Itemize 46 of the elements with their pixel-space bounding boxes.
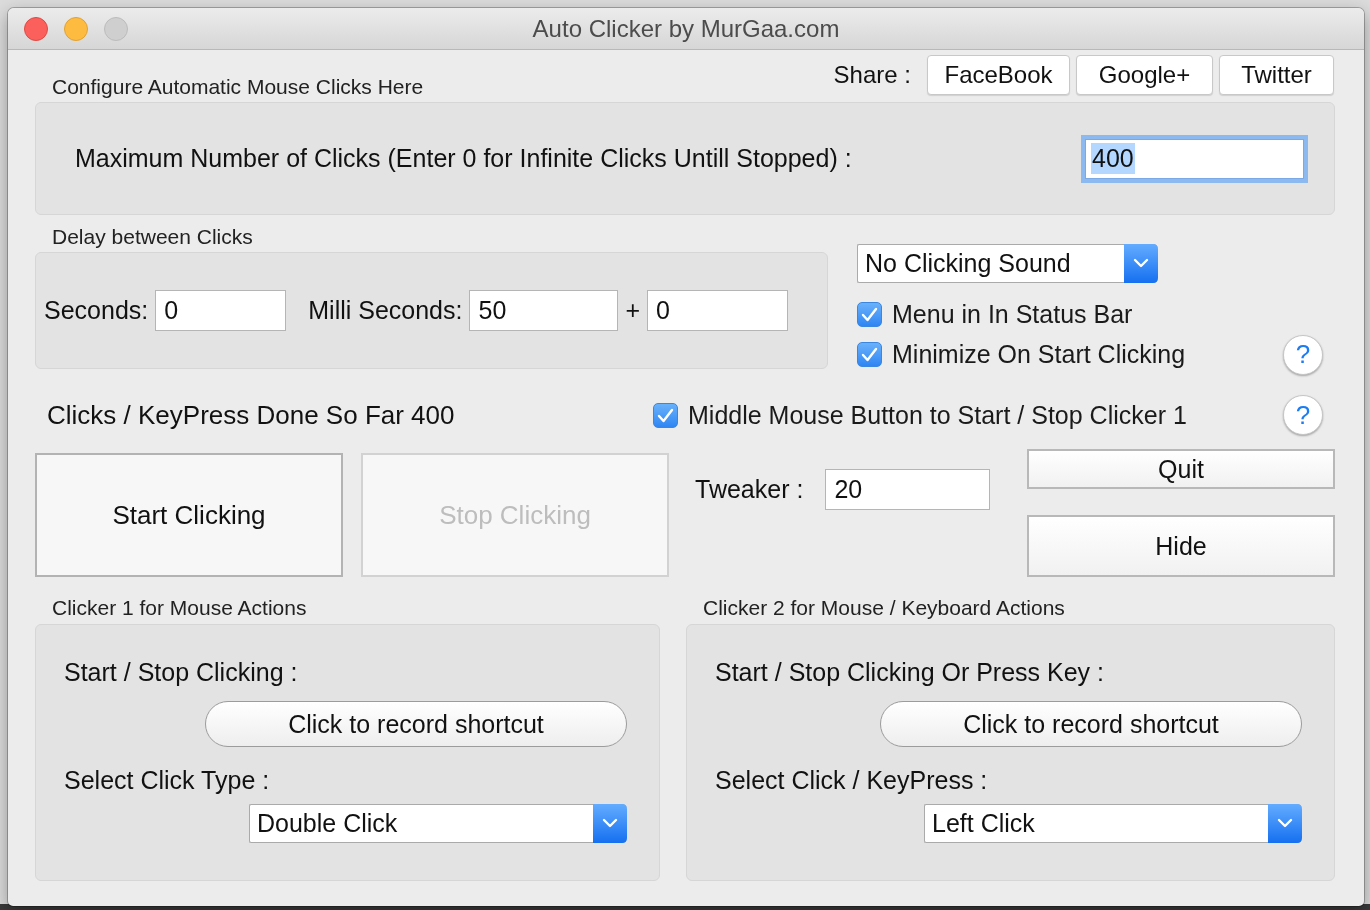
click-counter: Clicks / KeyPress Done So Far 400 xyxy=(47,399,456,431)
checkbox-label: Middle Mouse Button to Start / Stop Clicker 1 xyxy=(688,400,1187,430)
field-label: Maximum Number of Clicks (Enter 0 for Infinite Clicks Untill Stopped) : xyxy=(75,144,852,173)
dropdown[interactable]: No Clicking Sound xyxy=(857,244,1158,283)
section-title: Clicker 1 for Mouse Actions xyxy=(52,596,307,620)
share-button[interactable]: FaceBook xyxy=(927,55,1070,95)
plus-sign: + xyxy=(625,296,641,325)
checkbox[interactable] xyxy=(653,402,678,428)
quit-button[interactable]: Quit xyxy=(1027,449,1335,489)
share-button[interactable]: Google+ xyxy=(1076,55,1213,95)
number-field[interactable]: 50 xyxy=(469,290,619,331)
help-button[interactable]: ? xyxy=(1283,395,1323,435)
dropdown[interactable]: Double Click xyxy=(249,804,627,843)
chevron-down-icon xyxy=(593,804,627,843)
number-field[interactable]: 0 xyxy=(647,290,789,331)
chevron-down-icon xyxy=(1124,244,1158,283)
field-label: Select Click Type : xyxy=(64,766,270,795)
number-field[interactable]: 0 xyxy=(155,290,287,331)
window-title: Auto Clicker by MurGaa.com xyxy=(532,14,840,43)
start-button[interactable]: Start Clicking xyxy=(35,453,343,577)
checkbox[interactable] xyxy=(857,302,882,327)
checkmark-icon xyxy=(657,407,674,423)
field-label: Tweaker : xyxy=(695,475,804,504)
help-button[interactable]: ? xyxy=(1283,334,1323,375)
checkbox-label: Menu in In Status Bar xyxy=(892,300,1133,329)
share-label: Share : xyxy=(833,61,911,89)
share-button[interactable]: Twitter xyxy=(1219,55,1334,95)
close-button[interactable] xyxy=(24,16,48,41)
checkmark-icon xyxy=(861,307,878,322)
field-label: Seconds: xyxy=(44,296,149,325)
section-title: Clicker 2 for Mouse / Keyboard Actions xyxy=(703,596,1065,620)
field-label: Start / Stop Clicking Or Press Key : xyxy=(715,658,1104,687)
field-label: Start / Stop Clicking : xyxy=(64,658,298,687)
dropdown[interactable]: Left Click xyxy=(924,804,1302,843)
checkmark-icon xyxy=(861,347,878,362)
checkbox[interactable] xyxy=(857,342,882,367)
section-title: Delay between Clicks xyxy=(52,225,253,249)
field-label: Milli Seconds: xyxy=(308,296,463,325)
hide-button[interactable]: Hide xyxy=(1027,515,1335,577)
chevron-down-icon xyxy=(1268,804,1302,843)
record-shortcut-button[interactable]: Click to record shortcut xyxy=(205,701,627,747)
field-label: Select Click / KeyPress : xyxy=(715,766,988,795)
record-shortcut-button[interactable]: Click to record shortcut xyxy=(880,701,1302,747)
checkbox-label: Minimize On Start Clicking xyxy=(892,340,1186,369)
number-field[interactable]: 20 xyxy=(825,469,991,510)
section-title: Configure Automatic Mouse Clicks Here xyxy=(52,75,424,99)
